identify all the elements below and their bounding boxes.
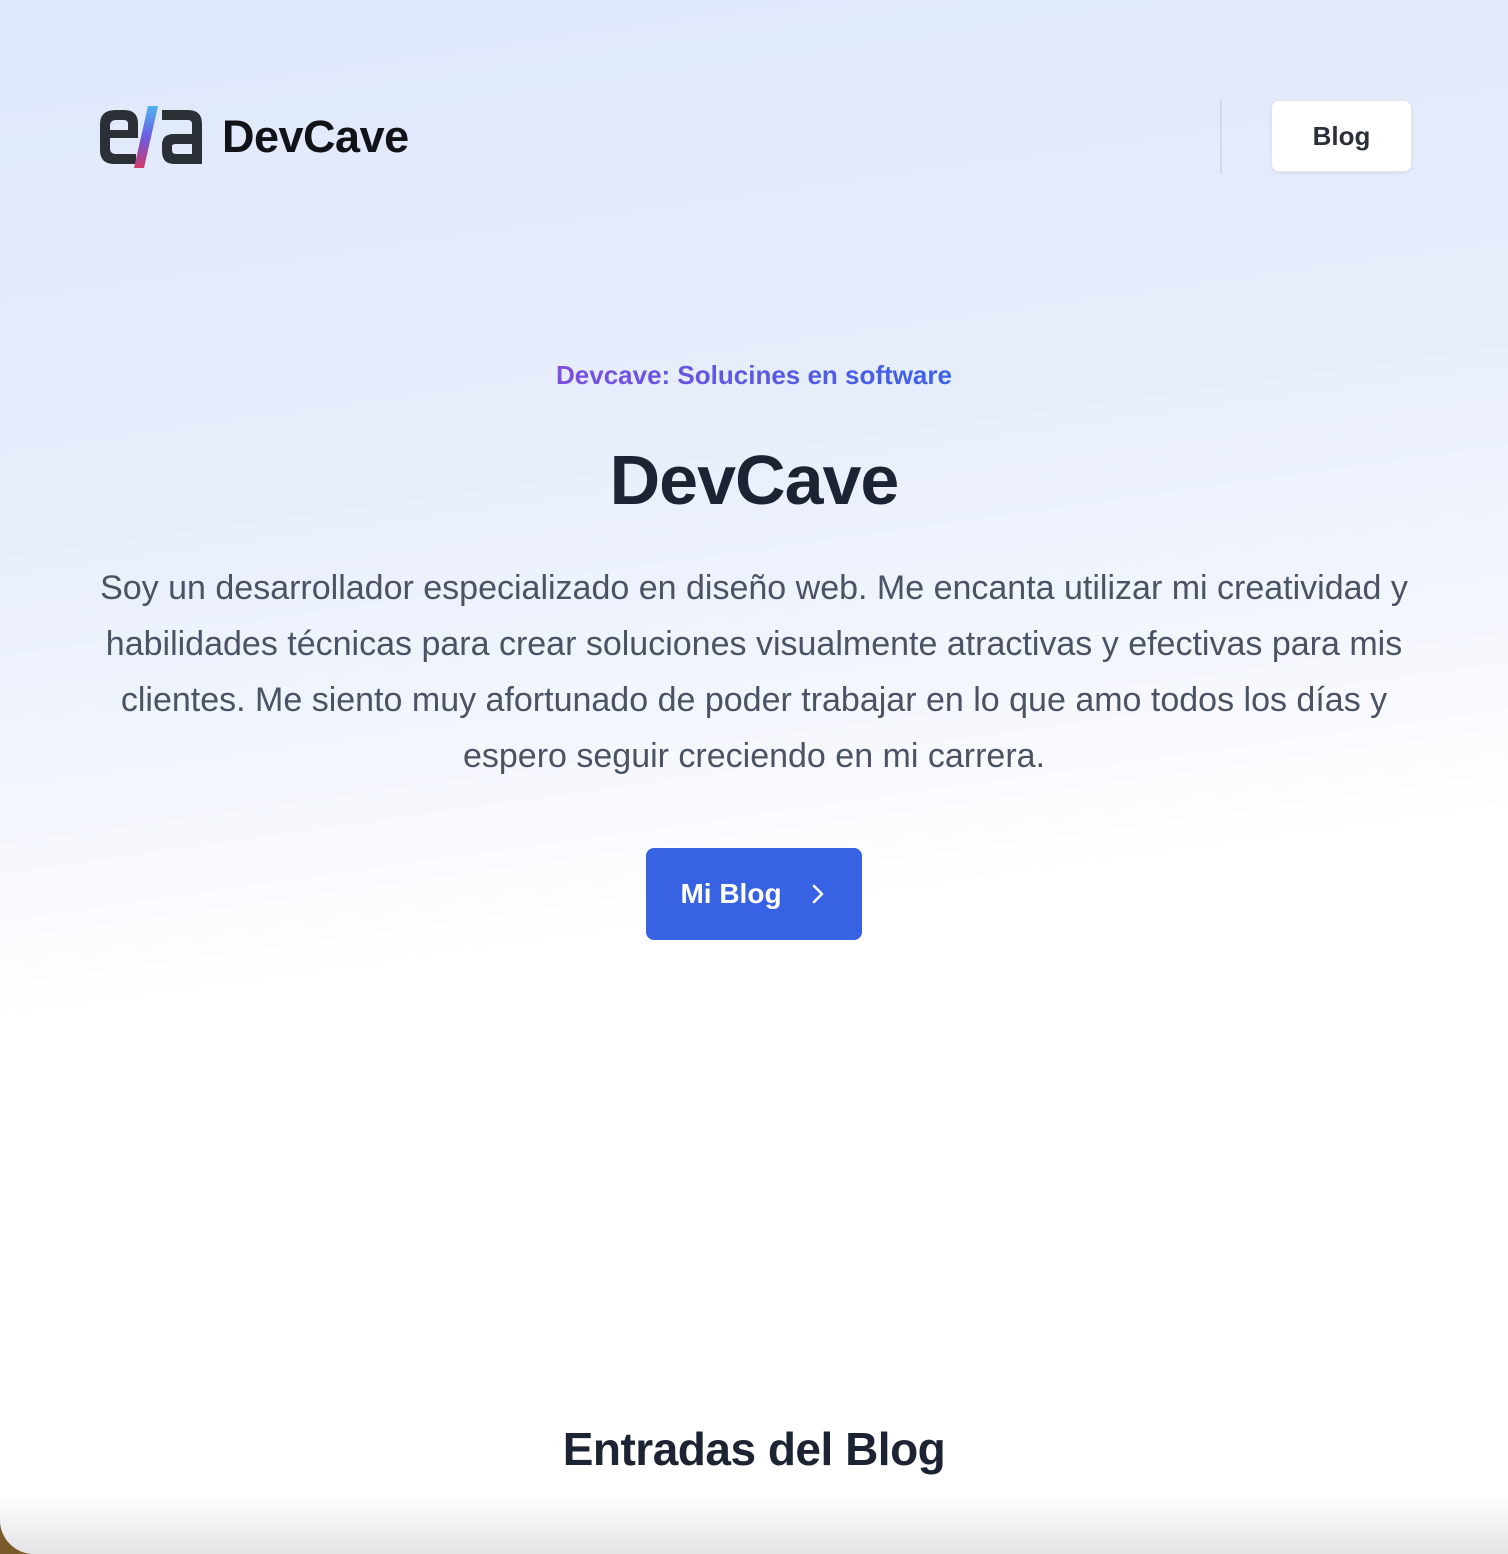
site-header: DevCave Blog — [92, 98, 1414, 174]
site-logo[interactable]: DevCave — [92, 104, 409, 170]
hero-title: DevCave — [609, 441, 900, 519]
mi-blog-button[interactable]: Mi Blog — [646, 848, 862, 940]
hero-tagline: Devcave: Solucines en software — [0, 360, 1508, 391]
hero-description: Soy un desarrollador especializado en di… — [100, 569, 1408, 775]
blog-section-title: Entradas del Blog — [562, 1423, 946, 1475]
chevron-right-icon — [812, 884, 823, 904]
bottom-fade — [0, 1494, 1508, 1554]
nav-blog-button[interactable]: Blog — [1271, 100, 1412, 172]
e-a-logo-icon — [100, 106, 202, 168]
hero-tagline-text: Devcave: Solucines en software — [556, 360, 952, 390]
page: DevCave Blog Devcave: Solucines en softw… — [0, 0, 1508, 1554]
mi-blog-button-label: Mi Blog — [680, 878, 782, 909]
logo-text: DevCave — [222, 111, 409, 162]
header-divider — [1220, 98, 1222, 174]
